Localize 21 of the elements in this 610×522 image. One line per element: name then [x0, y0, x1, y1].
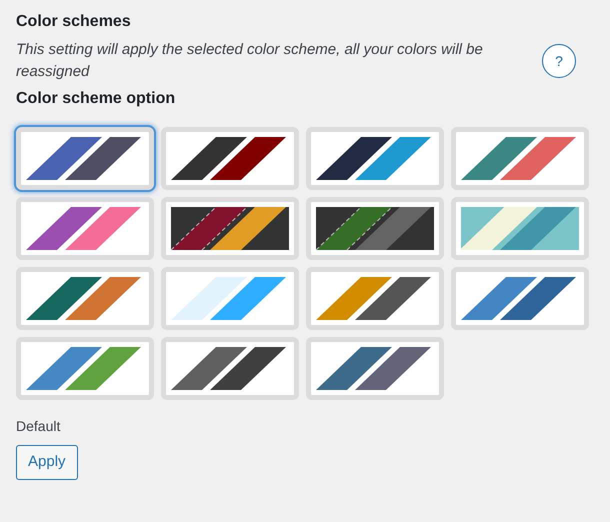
color-scheme-option[interactable]	[161, 127, 299, 190]
color-scheme-option[interactable]	[16, 197, 154, 260]
color-scheme-option[interactable]	[306, 127, 444, 190]
color-scheme-option[interactable]	[161, 337, 299, 400]
color-scheme-option[interactable]	[161, 197, 299, 260]
help-button[interactable]: ?	[542, 44, 576, 78]
color-scheme-option[interactable]	[16, 337, 154, 400]
description-text: This setting will apply the selected color scheme, all your colors will be reassigned	[16, 40, 484, 82]
section-heading: Color schemes	[16, 12, 132, 32]
selected-scheme-name: Default	[16, 417, 62, 436]
color-scheme-option[interactable]	[306, 267, 444, 330]
color-scheme-option[interactable]	[16, 127, 154, 190]
color-scheme-option[interactable]	[161, 267, 299, 330]
color-scheme-option[interactable]	[451, 127, 589, 190]
color-scheme-option[interactable]	[306, 197, 444, 260]
color-scheme-option[interactable]	[306, 337, 444, 400]
color-scheme-option[interactable]	[16, 267, 154, 330]
apply-button[interactable]: Apply	[16, 445, 78, 480]
option-label: Color scheme option	[16, 89, 176, 110]
color-scheme-option[interactable]	[451, 197, 589, 260]
color-scheme-option[interactable]	[451, 267, 589, 330]
